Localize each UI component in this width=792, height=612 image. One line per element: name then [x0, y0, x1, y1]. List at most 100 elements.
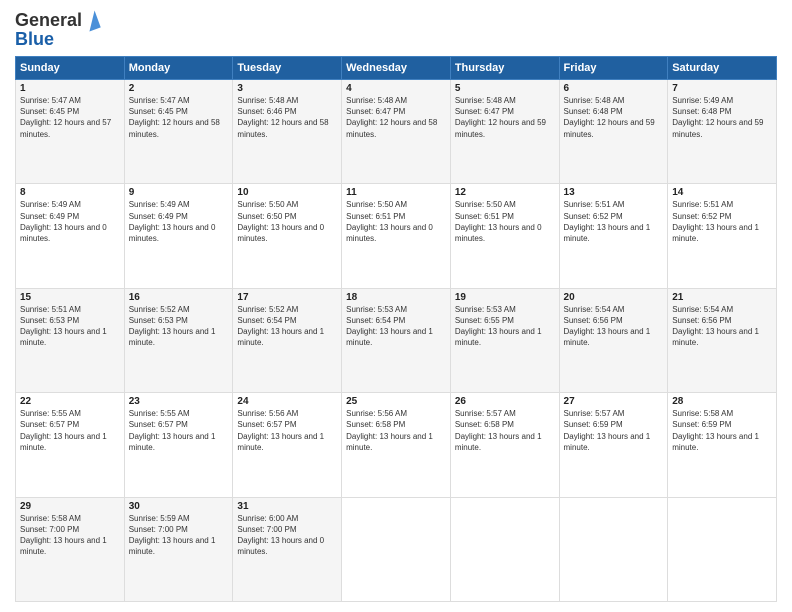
day-number: 10: [237, 187, 337, 198]
day-number: 31: [237, 501, 337, 512]
day-number: 13: [564, 187, 664, 198]
cell-info: Sunrise: 5:48 AMSunset: 6:47 PMDaylight:…: [346, 96, 437, 139]
calendar-cell: 17Sunrise: 5:52 AMSunset: 6:54 PMDayligh…: [233, 288, 342, 392]
day-number: 28: [672, 396, 772, 407]
day-number: 30: [129, 501, 229, 512]
calendar-cell: 29 Sunrise: 5:58 AMSunset: 7:00 PMDayligh…: [16, 497, 125, 601]
calendar-cell: 8Sunrise: 5:49 AMSunset: 6:49 PMDaylight…: [16, 184, 125, 288]
calendar-cell: 11 Sunrise: 5:50 AMSunset: 6:51 PMDayligh…: [342, 184, 451, 288]
calendar-cell: 21 Sunrise: 5:54 AMSunset: 6:56 PMDayligh…: [668, 288, 777, 392]
cell-info: Sunrise: 5:53 AMSunset: 6:55 PMDaylight:…: [455, 305, 542, 348]
cell-info: Sunrise: 5:51 AMSunset: 6:52 PMDaylight:…: [672, 200, 759, 243]
calendar-cell: 13 Sunrise: 5:51 AMSunset: 6:52 PMDayligh…: [559, 184, 668, 288]
day-number: 15: [20, 292, 120, 303]
calendar-cell: 4Sunrise: 5:48 AMSunset: 6:47 PMDaylight…: [342, 80, 451, 184]
cell-info: Sunrise: 5:51 AMSunset: 6:53 PMDaylight:…: [20, 305, 107, 348]
cell-info: Sunrise: 5:55 AMSunset: 6:57 PMDaylight:…: [129, 409, 216, 452]
day-number: 21: [672, 292, 772, 303]
calendar-cell: 12 Sunrise: 5:50 AMSunset: 6:51 PMDayligh…: [450, 184, 559, 288]
calendar-cell: 3 Sunrise: 5:48 AMSunset: 6:46 PMDaylight…: [233, 80, 342, 184]
cell-info: Sunrise: 5:50 AMSunset: 6:50 PMDaylight:…: [237, 200, 324, 243]
calendar-cell: 20Sunrise: 5:54 AMSunset: 6:56 PMDayligh…: [559, 288, 668, 392]
calendar-cell: 2 Sunrise: 5:47 AMSunset: 6:45 PMDaylight…: [124, 80, 233, 184]
calendar-cell: 18Sunrise: 5:53 AMSunset: 6:54 PMDayligh…: [342, 288, 451, 392]
logo-arrow-icon: [83, 10, 100, 31]
cell-info: Sunrise: 5:55 AMSunset: 6:57 PMDaylight:…: [20, 409, 107, 452]
calendar-cell: 28 Sunrise: 5:58 AMSunset: 6:59 PMDayligh…: [668, 393, 777, 497]
day-number: 23: [129, 396, 229, 407]
calendar-cell: 5 Sunrise: 5:48 AMSunset: 6:47 PMDaylight…: [450, 80, 559, 184]
calendar-cell: 15 Sunrise: 5:51 AMSunset: 6:53 PMDayligh…: [16, 288, 125, 392]
day-number: 9: [129, 187, 229, 198]
cell-info: Sunrise: 5:58 AMSunset: 6:59 PMDaylight:…: [672, 409, 759, 452]
calendar-cell: 10 Sunrise: 5:50 AMSunset: 6:50 PMDayligh…: [233, 184, 342, 288]
cell-info: Sunrise: 5:50 AMSunset: 6:51 PMDaylight:…: [455, 200, 542, 243]
week-row-3: 15 Sunrise: 5:51 AMSunset: 6:53 PMDayligh…: [16, 288, 777, 392]
header-cell-sunday: Sunday: [16, 57, 125, 80]
day-number: 3: [237, 83, 337, 94]
calendar-cell: [559, 497, 668, 601]
header-cell-thursday: Thursday: [450, 57, 559, 80]
cell-info: Sunrise: 5:49 AMSunset: 6:48 PMDaylight:…: [672, 96, 763, 139]
week-row-2: 8Sunrise: 5:49 AMSunset: 6:49 PMDaylight…: [16, 184, 777, 288]
day-number: 11: [346, 187, 446, 198]
calendar-cell: 19 Sunrise: 5:53 AMSunset: 6:55 PMDayligh…: [450, 288, 559, 392]
day-number: 27: [564, 396, 664, 407]
header-cell-saturday: Saturday: [668, 57, 777, 80]
calendar-cell: 9Sunrise: 5:49 AMSunset: 6:49 PMDaylight…: [124, 184, 233, 288]
calendar-cell: 27 Sunrise: 5:57 AMSunset: 6:59 PMDayligh…: [559, 393, 668, 497]
day-number: 29: [20, 501, 120, 512]
day-number: 26: [455, 396, 555, 407]
cell-info: Sunrise: 5:47 AMSunset: 6:45 PMDaylight:…: [20, 96, 111, 139]
cell-info: Sunrise: 5:48 AMSunset: 6:46 PMDaylight:…: [237, 96, 328, 139]
calendar-cell: 25 Sunrise: 5:56 AMSunset: 6:58 PMDayligh…: [342, 393, 451, 497]
calendar-body: 1 Sunrise: 5:47 AMSunset: 6:45 PMDaylight…: [16, 80, 777, 602]
header-cell-tuesday: Tuesday: [233, 57, 342, 80]
day-number: 5: [455, 83, 555, 94]
cell-info: Sunrise: 5:48 AMSunset: 6:48 PMDaylight:…: [564, 96, 655, 139]
calendar-cell: 24Sunrise: 5:56 AMSunset: 6:57 PMDayligh…: [233, 393, 342, 497]
day-number: 24: [237, 396, 337, 407]
day-number: 25: [346, 396, 446, 407]
calendar-cell: 16 Sunrise: 5:52 AMSunset: 6:53 PMDayligh…: [124, 288, 233, 392]
cell-info: Sunrise: 5:57 AMSunset: 6:58 PMDaylight:…: [455, 409, 542, 452]
day-number: 19: [455, 292, 555, 303]
calendar-header-row: SundayMondayTuesdayWednesdayThursdayFrid…: [16, 57, 777, 80]
day-number: 6: [564, 83, 664, 94]
calendar-cell: 1 Sunrise: 5:47 AMSunset: 6:45 PMDaylight…: [16, 80, 125, 184]
cell-info: Sunrise: 5:56 AMSunset: 6:58 PMDaylight:…: [346, 409, 433, 452]
cell-info: Sunrise: 5:54 AMSunset: 6:56 PMDaylight:…: [672, 305, 759, 348]
cell-info: Sunrise: 5:50 AMSunset: 6:51 PMDaylight:…: [346, 200, 433, 243]
calendar-cell: 23 Sunrise: 5:55 AMSunset: 6:57 PMDayligh…: [124, 393, 233, 497]
logo: General Blue: [15, 10, 98, 50]
calendar-cell: 6 Sunrise: 5:48 AMSunset: 6:48 PMDaylight…: [559, 80, 668, 184]
day-number: 2: [129, 83, 229, 94]
day-number: 16: [129, 292, 229, 303]
cell-info: Sunrise: 5:57 AMSunset: 6:59 PMDaylight:…: [564, 409, 651, 452]
calendar-cell: 31 Sunrise: 6:00 AMSunset: 7:00 PMDayligh…: [233, 497, 342, 601]
cell-info: Sunrise: 6:00 AMSunset: 7:00 PMDaylight:…: [237, 514, 324, 557]
cell-info: Sunrise: 5:59 AMSunset: 7:00 PMDaylight:…: [129, 514, 216, 557]
logo-general: General: [15, 10, 82, 31]
calendar-cell: [668, 497, 777, 601]
calendar-cell: 30 Sunrise: 5:59 AMSunset: 7:00 PMDayligh…: [124, 497, 233, 601]
header-cell-monday: Monday: [124, 57, 233, 80]
day-number: 8: [20, 187, 120, 198]
day-number: 22: [20, 396, 120, 407]
calendar-cell: [342, 497, 451, 601]
calendar-cell: 14Sunrise: 5:51 AMSunset: 6:52 PMDayligh…: [668, 184, 777, 288]
week-row-4: 22 Sunrise: 5:55 AMSunset: 6:57 PMDayligh…: [16, 393, 777, 497]
cell-info: Sunrise: 5:47 AMSunset: 6:45 PMDaylight:…: [129, 96, 220, 139]
week-row-1: 1 Sunrise: 5:47 AMSunset: 6:45 PMDaylight…: [16, 80, 777, 184]
day-number: 12: [455, 187, 555, 198]
cell-info: Sunrise: 5:53 AMSunset: 6:54 PMDaylight:…: [346, 305, 433, 348]
cell-info: Sunrise: 5:52 AMSunset: 6:53 PMDaylight:…: [129, 305, 216, 348]
page: General Blue SundayMondayTuesdayWednesda…: [0, 0, 792, 612]
header-cell-wednesday: Wednesday: [342, 57, 451, 80]
cell-info: Sunrise: 5:54 AMSunset: 6:56 PMDaylight:…: [564, 305, 651, 348]
cell-info: Sunrise: 5:48 AMSunset: 6:47 PMDaylight:…: [455, 96, 546, 139]
cell-info: Sunrise: 5:58 AMSunset: 7:00 PMDaylight:…: [20, 514, 107, 557]
day-number: 7: [672, 83, 772, 94]
cell-info: Sunrise: 5:51 AMSunset: 6:52 PMDaylight:…: [564, 200, 651, 243]
day-number: 1: [20, 83, 120, 94]
